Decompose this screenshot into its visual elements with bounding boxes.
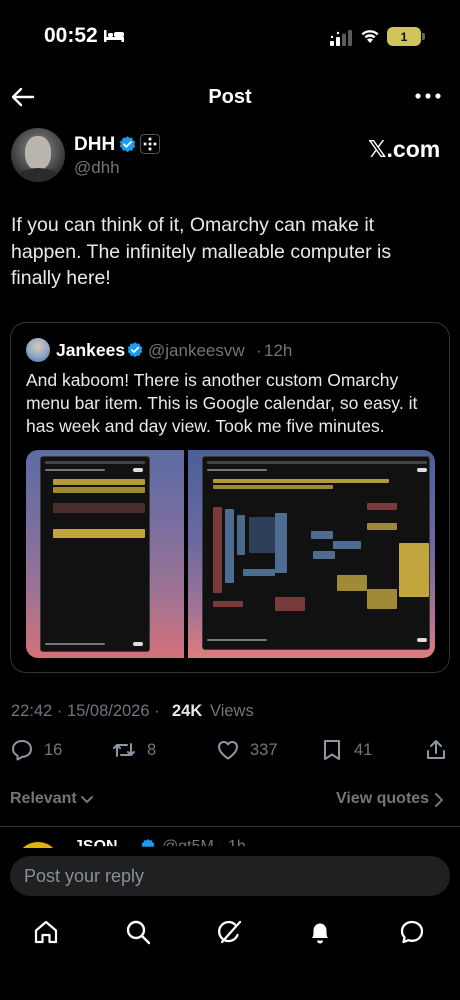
affiliate-badge-icon: [140, 134, 160, 154]
search-icon[interactable]: [124, 918, 152, 946]
battery-level: 1: [400, 29, 408, 44]
more-icon[interactable]: [414, 92, 442, 100]
like-count: 337: [250, 741, 278, 759]
post-timestamp: 22:42 · 15/08/2026 ·: [11, 702, 160, 720]
grok-icon[interactable]: [216, 918, 244, 946]
reply-input[interactable]: [10, 856, 450, 896]
sleep-mode-icon: [104, 30, 124, 42]
sort-replies-button[interactable]: Relevant: [10, 790, 77, 808]
battery-indicator: 1: [387, 27, 421, 46]
bookmark-icon[interactable]: [320, 738, 344, 762]
status-time: 00:52: [44, 24, 98, 47]
chevron-right-icon[interactable]: [434, 792, 444, 808]
repost-count: 8: [147, 741, 157, 759]
verified-badge-icon: [127, 342, 143, 358]
views-label[interactable]: Views: [210, 702, 254, 721]
messages-icon[interactable]: [398, 918, 426, 946]
affiliation-label[interactable]: 𝕏.com: [368, 136, 440, 163]
quoted-author-handle[interactable]: @jankeesvw: [148, 341, 245, 361]
home-icon[interactable]: [32, 918, 60, 946]
media-image-week-view[interactable]: [188, 450, 435, 658]
quoted-post-text: And kaboom! There is another custom Omar…: [26, 370, 418, 436]
reply-count: 16: [44, 741, 63, 759]
repost-icon[interactable]: [112, 738, 136, 762]
heart-icon[interactable]: [216, 738, 240, 762]
cellular-signal-icon: [330, 30, 352, 46]
verified-badge-icon: [119, 136, 136, 153]
wifi-icon: [361, 30, 379, 43]
chevron-down-icon[interactable]: [80, 794, 94, 806]
battery-tip: [422, 33, 425, 40]
quoted-author-name[interactable]: Jankees: [56, 340, 125, 361]
post-text: If you can think of it, Omarchy can make…: [11, 214, 392, 289]
reply-icon[interactable]: [10, 738, 34, 762]
media-image-day-view[interactable]: [26, 450, 184, 658]
author-handle[interactable]: @dhh: [74, 158, 120, 178]
quoted-post-time: 12h: [264, 341, 293, 360]
quoted-author-avatar[interactable]: [26, 338, 50, 362]
share-icon[interactable]: [424, 738, 448, 762]
author-name[interactable]: DHH: [74, 134, 115, 156]
author-avatar[interactable]: [11, 128, 65, 182]
view-quotes-link[interactable]: View quotes: [336, 790, 429, 808]
separator-dot: ·: [256, 341, 262, 360]
bookmark-count: 41: [354, 741, 373, 759]
notifications-icon[interactable]: [306, 918, 334, 946]
page-title: Post: [208, 86, 252, 108]
divider: [0, 826, 460, 827]
views-count[interactable]: 24K: [172, 702, 202, 721]
